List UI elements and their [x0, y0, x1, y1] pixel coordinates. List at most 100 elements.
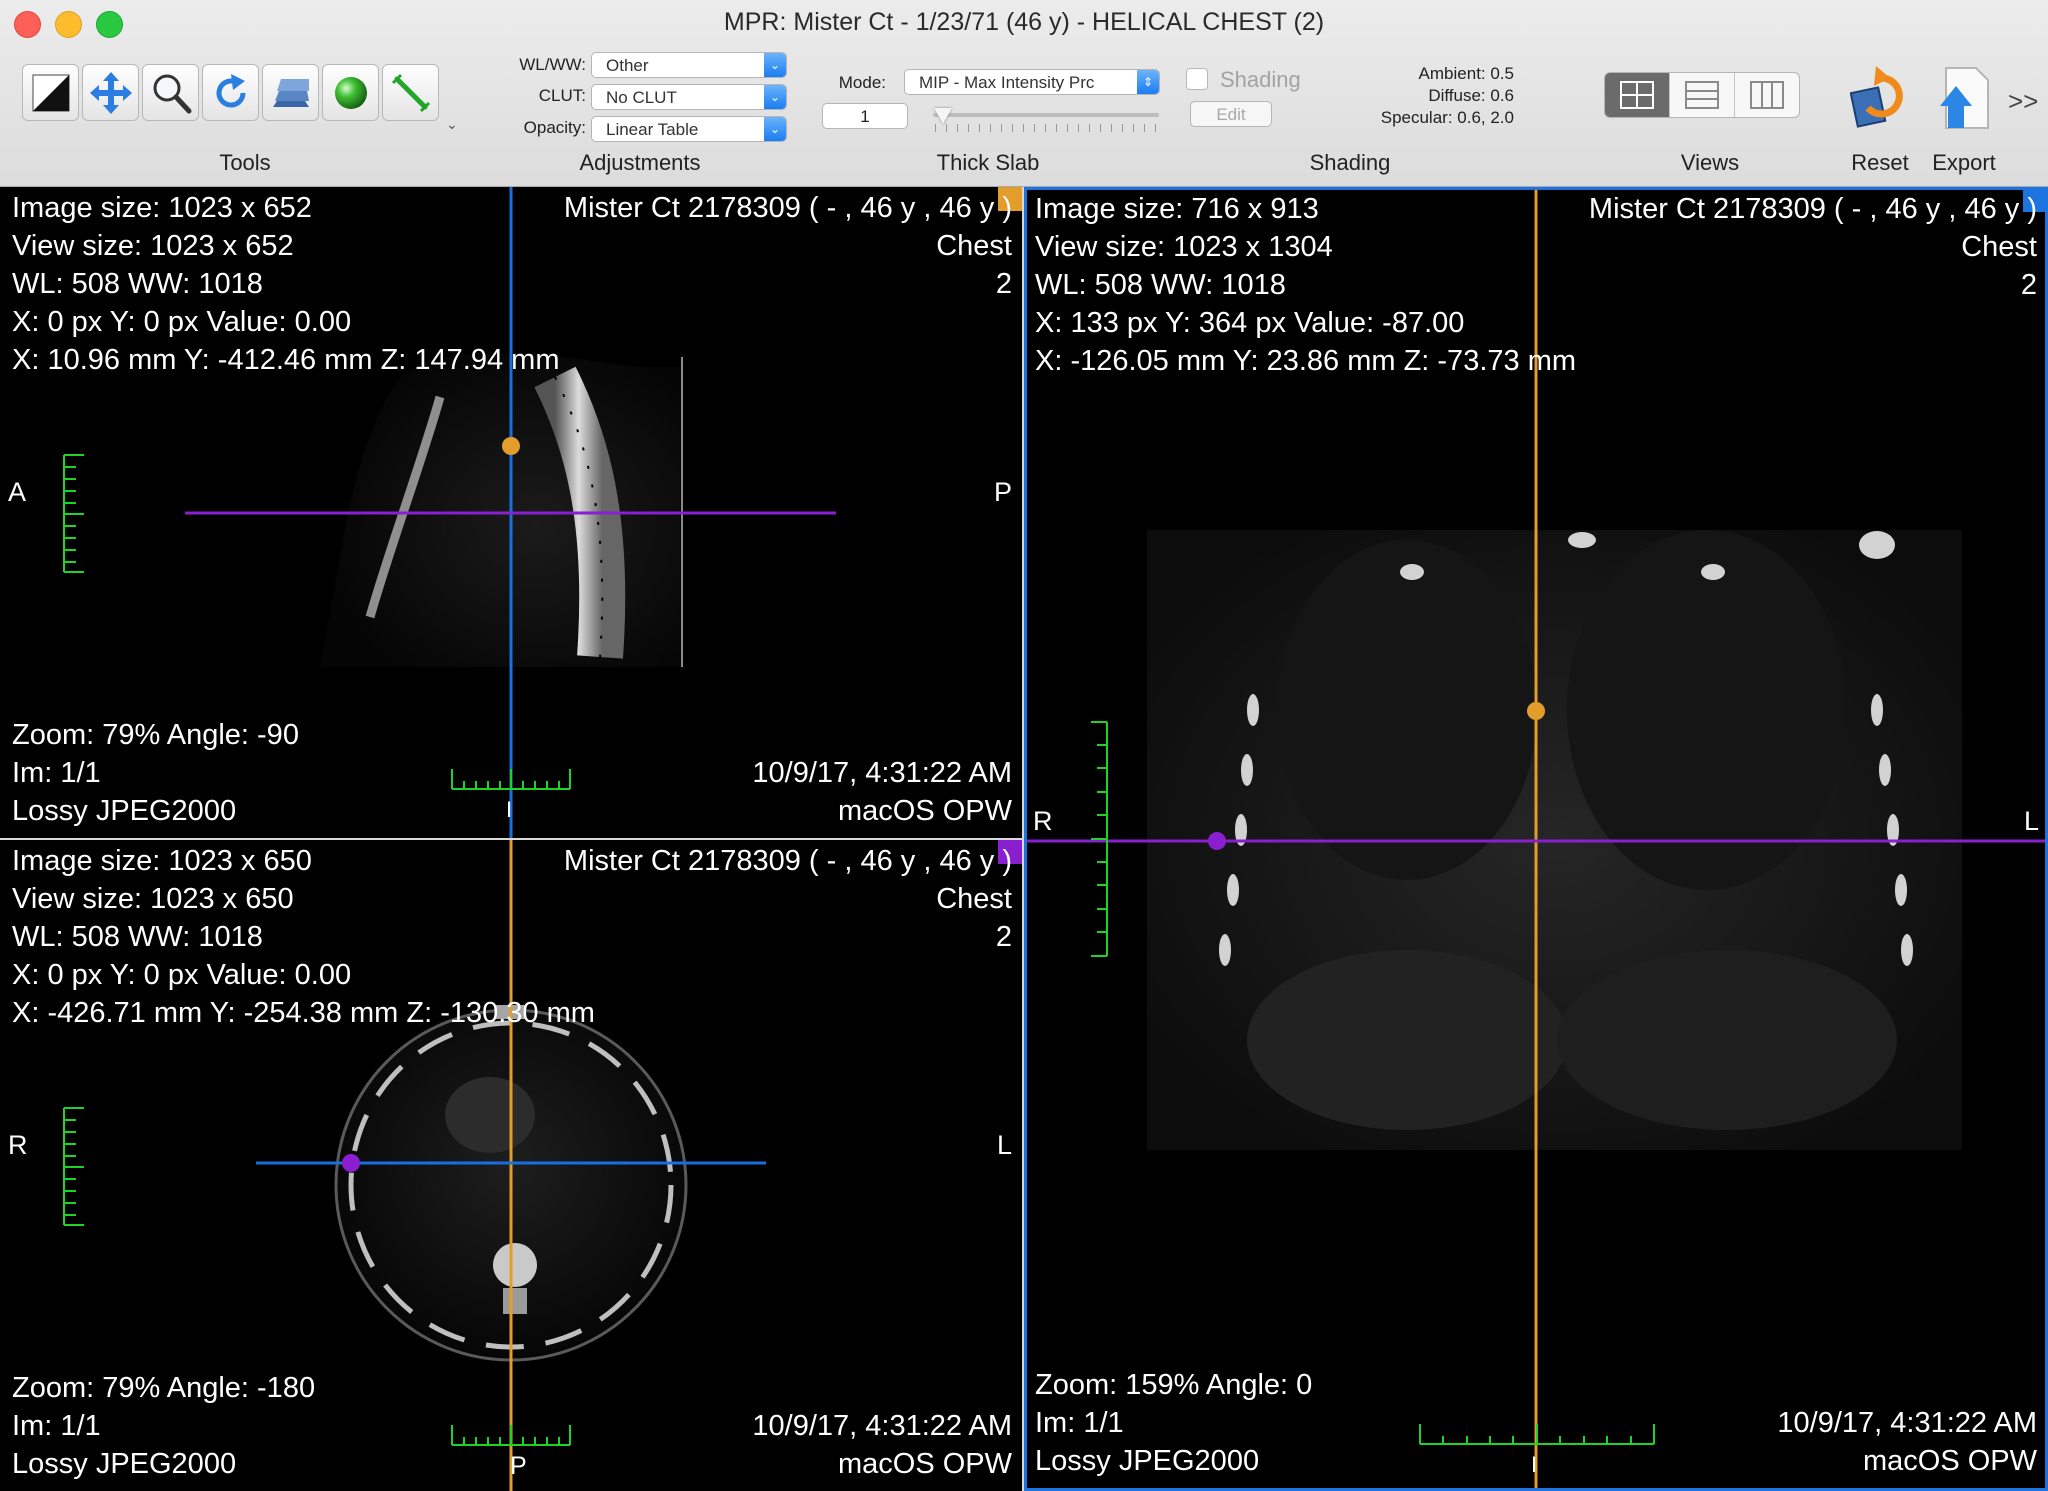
clut-value: No CLUT — [606, 88, 677, 107]
views-segmented-control — [1604, 72, 1800, 118]
mm-coords-text: X: 10.96 mm Y: -412.46 mm Z: 147.94 mm — [12, 344, 560, 376]
institution-text: macOS OPW — [837, 1448, 1012, 1480]
reset-button[interactable] — [1849, 64, 1910, 132]
slider-ticks — [935, 124, 1157, 132]
slab-slider-knob[interactable] — [934, 108, 952, 124]
slab-thickness-field[interactable]: 1 — [822, 103, 908, 129]
export-icon — [1940, 67, 1989, 129]
diffuse-value: Diffuse: 0.6 — [1428, 86, 1514, 105]
orientation-bottom: P — [510, 1452, 527, 1480]
view-layout-columns[interactable] — [1735, 73, 1799, 117]
rotate-icon — [216, 73, 245, 107]
move-tool-button[interactable] — [82, 64, 139, 121]
wlww-text: WL: 508 WW: 1018 — [12, 921, 263, 953]
tools-group-label: Tools — [219, 150, 271, 175]
ambient-value: Ambient: 0.5 — [1418, 64, 1514, 83]
patient-info-text: Mister Ct 2178309 ( - , 46 y , 46 y ) — [563, 845, 1012, 877]
series-text: 2 — [2020, 269, 2037, 301]
coronal-image — [1027, 190, 2045, 1488]
wlww-text: WL: 508 WW: 1018 — [1035, 269, 1286, 301]
window-level-tool-button[interactable] — [22, 64, 79, 121]
shading-edit-button[interactable]: Edit — [1190, 101, 1272, 127]
zoom-tool-button[interactable] — [142, 64, 199, 121]
reset-label: Reset — [1851, 150, 1909, 175]
views-group-label: Views — [1680, 150, 1740, 175]
measure-tool-button[interactable] — [382, 64, 439, 121]
date-text: 10/9/17, 4:31:22 AM — [752, 1410, 1012, 1442]
popup-arrow-icon: ⇕ — [1137, 70, 1159, 94]
institution-text: macOS OPW — [837, 795, 1012, 827]
compression-text: Lossy JPEG2000 — [12, 795, 237, 827]
slab-thickness-slider[interactable] — [933, 113, 1159, 117]
rows-layout-icon — [1685, 81, 1719, 109]
window-level-icon — [32, 74, 69, 111]
view-size-text: View size: 1023 x 652 — [12, 230, 294, 262]
clut-popup[interactable]: No CLUT ⌄ — [591, 84, 787, 110]
ruler-icon — [391, 73, 430, 112]
compression-text: Lossy JPEG2000 — [1035, 1445, 1260, 1477]
opacity-value: Linear Table — [606, 120, 699, 139]
toolbar-more-button[interactable]: >> — [2008, 86, 2038, 117]
quad-layout-icon — [1620, 81, 1654, 109]
compression-text: Lossy JPEG2000 — [12, 1448, 237, 1480]
rotate-tool-button[interactable] — [202, 64, 259, 121]
image-index-text: Im: 1/1 — [12, 1410, 101, 1442]
zoom-angle-text: Zoom: 79% Angle: -180 — [12, 1372, 316, 1404]
3d-point-tool-button[interactable] — [322, 64, 379, 121]
opacity-popup[interactable]: Linear Table ⌄ — [591, 116, 787, 142]
date-text: 10/9/17, 4:31:22 AM — [1777, 1407, 2037, 1439]
popup-arrow-icon: ⌄ — [764, 53, 786, 77]
popup-arrow-icon: ⌄ — [764, 117, 786, 141]
orientation-left: R — [8, 1130, 28, 1160]
opacity-label: Opacity: — [523, 118, 586, 137]
pixel-value-text: X: 0 px Y: 0 px Value: 0.00 — [12, 306, 352, 338]
series-text: 2 — [995, 268, 1012, 300]
image-size-text: Image size: 716 x 913 — [1035, 193, 1319, 225]
zoom-angle-text: Zoom: 79% Angle: -90 — [12, 719, 299, 751]
thick-slab-group-label: Thick Slab — [936, 150, 1040, 175]
shading-checkbox[interactable] — [1186, 68, 1208, 90]
coronal-viewport[interactable]: Image size: 716 x 913 View size: 1023 x … — [1024, 187, 2048, 1491]
columns-layout-icon — [1750, 81, 1784, 109]
mm-coords-text: X: -426.71 mm Y: -254.38 mm Z: -130.30 m… — [12, 997, 595, 1029]
mm-coords-text: X: -126.05 mm Y: 23.86 mm Z: -73.73 mm — [1035, 345, 1577, 377]
study-text: Chest — [936, 883, 1012, 915]
orientation-right: L — [2023, 806, 2039, 836]
axial-viewport[interactable]: Image size: 1023 x 650 View size: 1023 x… — [0, 840, 1022, 1491]
pixel-value-text: X: 0 px Y: 0 px Value: 0.00 — [12, 959, 352, 991]
patient-info-text: Mister Ct 2178309 ( - , 46 y , 46 y ) — [1588, 193, 2037, 225]
export-button[interactable] — [1932, 64, 1992, 132]
shading-checkbox-label: Shading — [1220, 67, 1301, 92]
institution-text: macOS OPW — [1862, 1445, 2037, 1477]
pane-divider[interactable] — [1022, 187, 1024, 1491]
sagittal-viewport[interactable]: Image size: 1023 x 652 View size: 1023 x… — [0, 187, 1022, 840]
view-layout-rows[interactable] — [1670, 73, 1735, 117]
toolbar: MPR: Mister Ct - 1/23/71 (46 y) - HELICA… — [0, 0, 2048, 187]
reset-icon — [1849, 66, 1903, 128]
study-text: Chest — [1961, 231, 2037, 263]
wlww-label: WL/WW: — [519, 55, 586, 74]
slab-mode-popup[interactable]: MIP - Max Intensity Prc ⇕ — [904, 69, 1160, 95]
date-text: 10/9/17, 4:31:22 AM — [752, 757, 1012, 789]
view-layout-quad[interactable] — [1605, 73, 1670, 117]
shading-group-label: Shading — [1309, 150, 1391, 175]
wlww-popup[interactable]: Other ⌄ — [591, 52, 787, 78]
image-size-text: Image size: 1023 x 652 — [12, 192, 312, 224]
move-icon — [89, 71, 132, 114]
export-label: Export — [1932, 150, 1996, 175]
series-text: 2 — [995, 921, 1012, 953]
orientation-left: A — [8, 477, 27, 507]
shading-values: Ambient: 0.5 Diffuse: 0.6 Specular: 0.6,… — [1300, 63, 1514, 129]
slab-mode-value: MIP - Max Intensity Prc — [919, 73, 1095, 92]
pixel-value-text: X: 133 px Y: 364 px Value: -87.00 — [1035, 307, 1465, 339]
window-title: MPR: Mister Ct - 1/23/71 (46 y) - HELICA… — [723, 8, 1325, 36]
tools-overflow-chevron-icon[interactable]: ⌄ — [446, 116, 458, 133]
wlww-text: WL: 508 WW: 1018 — [12, 268, 263, 300]
scroll-stack-tool-button[interactable] — [262, 64, 319, 121]
orientation-left: R — [1033, 806, 1053, 836]
zoom-angle-text: Zoom: 159% Angle: 0 — [1035, 1369, 1313, 1401]
patient-info-text: Mister Ct 2178309 ( - , 46 y , 46 y ) — [563, 192, 1012, 224]
orientation-bottom: I — [506, 797, 513, 822]
clut-label: CLUT: — [538, 86, 586, 105]
orientation-right: L — [996, 1130, 1012, 1160]
